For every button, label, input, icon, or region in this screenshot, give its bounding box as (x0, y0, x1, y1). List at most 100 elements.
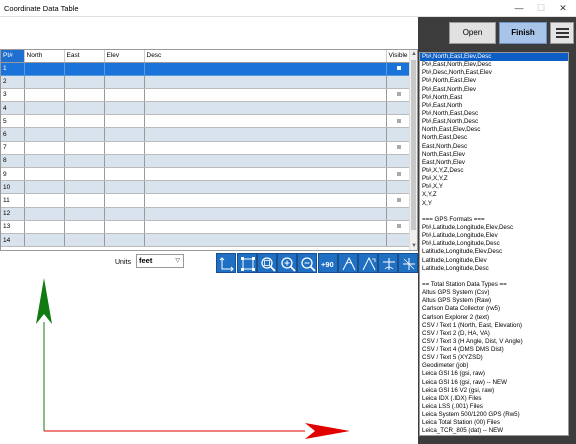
cell-pt[interactable]: 6 (1, 127, 25, 142)
list-item[interactable]: Leica_TCR_805 (dat) -- NEW (420, 427, 568, 435)
cell-east[interactable] (64, 193, 105, 208)
table-row[interactable]: 13 (1, 220, 410, 234)
list-item[interactable]: CSV / Text 4 (DMS DMS Dist) (420, 346, 568, 354)
maximize-icon[interactable]: ☐ (530, 0, 552, 17)
angle-tool-1-button[interactable] (338, 253, 358, 273)
visible-checkbox[interactable] (396, 92, 401, 97)
zoom-extents-button[interactable] (237, 253, 257, 273)
zoom-out-button[interactable] (297, 253, 317, 273)
cell-desc[interactable] (144, 154, 387, 169)
minimize-icon[interactable]: — (508, 0, 530, 17)
axes-tool-button[interactable] (216, 253, 236, 273)
cell-elev[interactable] (104, 141, 145, 155)
cell-north[interactable] (24, 180, 65, 195)
table-row[interactable]: 7 (1, 141, 410, 155)
visible-checkbox[interactable] (396, 118, 401, 123)
cell-desc[interactable] (144, 180, 387, 195)
cell-vis[interactable] (386, 220, 410, 234)
list-item[interactable]: Pt#,Latitude,Longitude,Elev (420, 232, 568, 240)
cell-elev[interactable] (104, 101, 145, 116)
list-item[interactable]: Pt#,North,East,Elev,Desc (420, 53, 568, 62)
list-item[interactable]: Leica Total Station (00) Files (420, 419, 568, 427)
cell-north[interactable] (24, 75, 65, 89)
list-item[interactable]: Carlson Data Collector (rw5) (420, 305, 568, 313)
cell-pt[interactable]: 3 (1, 88, 25, 103)
cell-desc[interactable] (144, 75, 387, 89)
cell-elev[interactable] (104, 193, 145, 208)
cell-elev[interactable] (104, 154, 145, 169)
angle-tool-4-button[interactable] (398, 253, 418, 273)
cell-vis[interactable] (386, 75, 410, 89)
list-item[interactable]: Leica System 500/1200 GPS (Rw5) (420, 411, 568, 419)
cell-vis[interactable] (386, 62, 410, 76)
visible-checkbox[interactable] (396, 197, 401, 202)
col-header-pt[interactable]: Pt# (1, 50, 25, 63)
list-item[interactable]: Latitude,Longitude,Elev (420, 257, 568, 265)
format-list-scrollbar[interactable] (569, 52, 576, 444)
table-row[interactable]: 1 (1, 62, 410, 76)
cell-east[interactable] (64, 101, 105, 116)
list-item[interactable]: CSV / Text 1 (North, East, Elevation) (420, 322, 568, 330)
cell-north[interactable] (24, 114, 65, 129)
cell-elev[interactable] (104, 88, 145, 103)
cell-desc[interactable] (144, 101, 387, 116)
cell-desc[interactable] (144, 127, 387, 142)
list-item[interactable]: Leica GSI 16 (gsi, raw) -- NEW (420, 379, 568, 387)
col-header-east[interactable]: East (64, 50, 105, 63)
cell-desc[interactable] (144, 114, 387, 129)
cell-north[interactable] (24, 193, 65, 208)
visible-checkbox[interactable] (396, 145, 401, 150)
rotate-90-button[interactable]: +90 (318, 253, 338, 273)
table-row[interactable]: 10 (1, 180, 410, 195)
list-item[interactable]: Altus GPS System (Raw) (420, 297, 568, 305)
cell-desc[interactable] (144, 62, 387, 76)
table-row[interactable]: 8 (1, 154, 410, 169)
grid-vertical-scrollbar[interactable]: ▲ ▼ (409, 50, 417, 250)
cell-east[interactable] (64, 141, 105, 155)
cell-pt[interactable]: 10 (1, 180, 25, 195)
cell-north[interactable] (24, 233, 65, 248)
hamburger-menu-button[interactable] (550, 22, 574, 44)
list-item[interactable]: Carlson Explorer 2 (text) (420, 314, 568, 322)
cell-east[interactable] (64, 114, 105, 129)
list-item[interactable]: Leica GSI 16 V2 (gsi, raw) (420, 387, 568, 395)
cell-north[interactable] (24, 62, 65, 76)
cell-elev[interactable] (104, 180, 145, 195)
cell-pt[interactable]: 2 (1, 75, 25, 89)
scrollbar-thumb[interactable] (411, 60, 416, 230)
col-header-north[interactable]: North (24, 50, 65, 63)
cell-elev[interactable] (104, 127, 145, 142)
list-item[interactable]: Leica GSI 16 (gsi, raw) (420, 370, 568, 378)
cell-east[interactable] (64, 88, 105, 103)
table-row[interactable]: 12 (1, 207, 410, 221)
cell-vis[interactable] (386, 154, 410, 169)
list-item[interactable]: === GPS Formats === (420, 216, 568, 224)
col-header-desc[interactable]: Desc (144, 50, 387, 63)
cell-vis[interactable] (386, 141, 410, 155)
list-item[interactable]: Leica LSS (.001) Files (420, 403, 568, 411)
cell-desc[interactable] (144, 141, 387, 155)
cell-pt[interactable]: 11 (1, 193, 25, 208)
cell-elev[interactable] (104, 167, 145, 182)
list-item[interactable]: North,East,Elev (420, 151, 568, 159)
cell-vis[interactable] (386, 127, 410, 142)
scroll-up-icon[interactable]: ▲ (410, 50, 417, 58)
cell-east[interactable] (64, 154, 105, 169)
visible-checkbox[interactable] (396, 224, 401, 229)
list-item[interactable]: == Total Station Data Types == (420, 281, 568, 289)
cell-vis[interactable] (386, 207, 410, 221)
cell-elev[interactable] (104, 233, 145, 248)
list-item[interactable]: Pt#,East,North,Elev,Desc (420, 61, 568, 69)
list-item[interactable]: Pt#,Latitude,Longitude,Desc (420, 240, 568, 248)
cell-east[interactable] (64, 180, 105, 195)
cell-north[interactable] (24, 167, 65, 182)
format-list[interactable]: Pt#,North,East,Elev,Desc Pt#,East,North,E… (419, 52, 569, 436)
cell-vis[interactable] (386, 167, 410, 182)
table-row[interactable]: 4 (1, 101, 410, 116)
cell-pt[interactable]: 1 (1, 62, 25, 76)
list-item[interactable]: East,North,Desc (420, 143, 568, 151)
open-button[interactable]: Open (449, 22, 496, 44)
cell-north[interactable] (24, 141, 65, 155)
cell-elev[interactable] (104, 220, 145, 234)
close-icon[interactable]: ✕ (552, 0, 574, 17)
